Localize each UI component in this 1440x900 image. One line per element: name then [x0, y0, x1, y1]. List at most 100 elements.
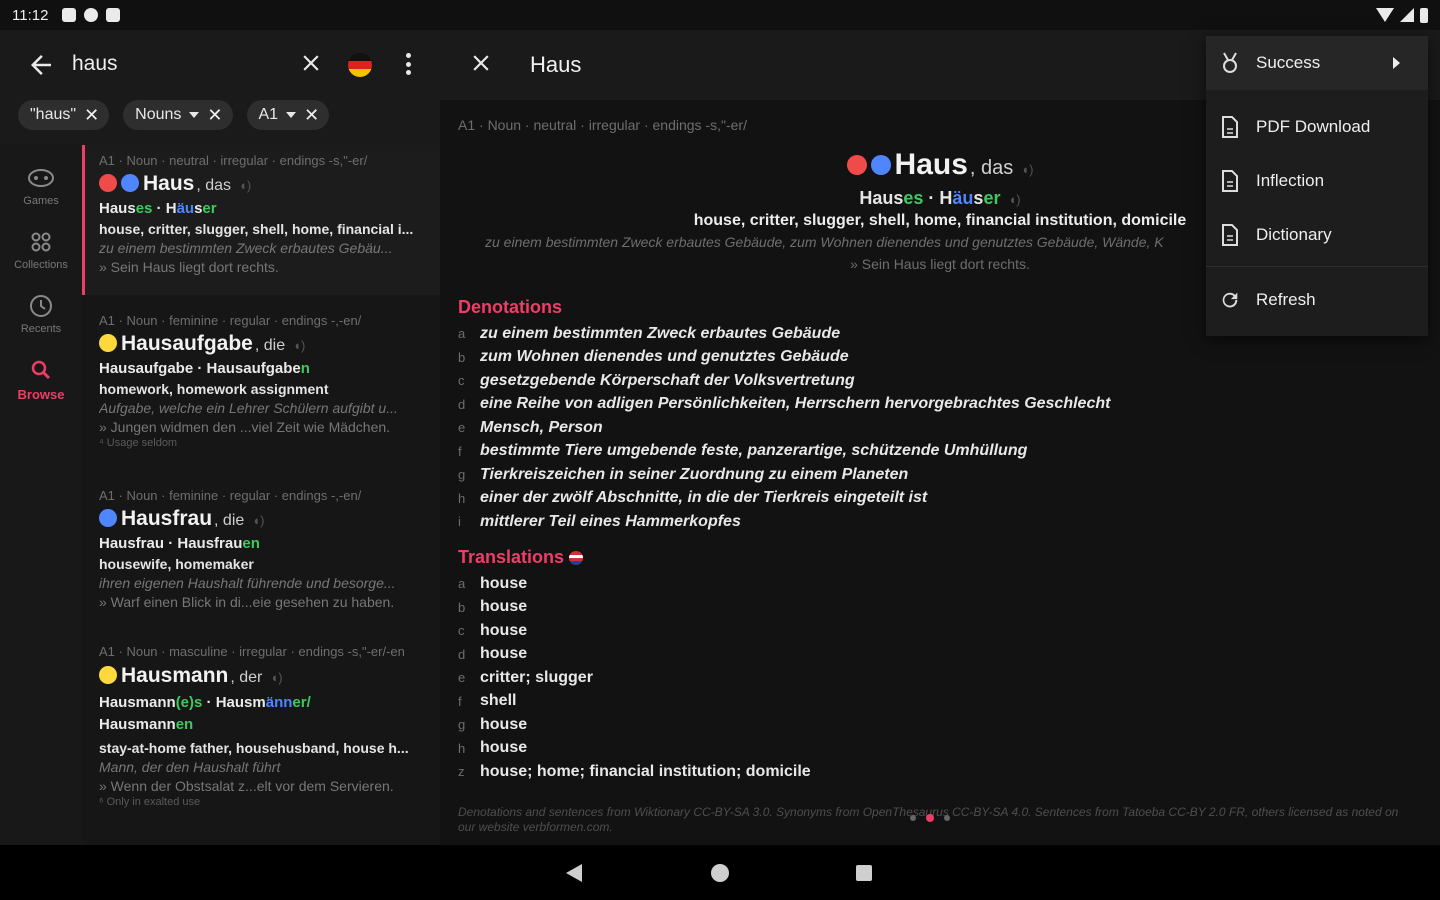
definition: Aufgabe, welche ein Lehrer Schülern aufg… [99, 400, 398, 416]
close-icon[interactable]: ✕ [84, 105, 99, 126]
close-icon[interactable]: ✕ [304, 105, 319, 126]
filter-chip-word-type[interactable]: Nouns ✕ [123, 100, 233, 130]
page-dot[interactable] [910, 815, 916, 821]
list-item: d house [458, 645, 528, 663]
more-vert-icon[interactable] [398, 50, 418, 78]
headword: Haus , das ◖) [99, 172, 430, 196]
word: Hausaufgabe [121, 332, 253, 355]
list-item: g house [458, 715, 528, 733]
list-item: e Mensch, Person [458, 418, 603, 436]
list-item: h einer der zwölf Abschnitte, in die der … [458, 489, 928, 507]
definition: Mann, der den Haushalt führt [99, 759, 281, 775]
speaker-icon[interactable]: ◖) [1008, 192, 1020, 207]
definition: ihren eigenen Haushalt führende und beso… [99, 575, 396, 591]
page-dot-active[interactable] [926, 814, 934, 822]
nav-label: Browse [17, 387, 65, 402]
speaker-icon[interactable]: ◖) [1021, 162, 1033, 177]
list-item: c gesetzgebende Körperschaft der Volksver… [458, 371, 855, 389]
word-meta: A1 · Noun · feminine · regular · endings… [99, 488, 362, 503]
battery-icon [1420, 7, 1428, 23]
translations-list: a house b house c house d house e critter; sl… [458, 572, 811, 784]
list-item: g Tierkreiszeichen in seiner Zuordnung zu… [458, 465, 909, 483]
speaker-icon[interactable]: ◖) [252, 513, 264, 528]
word: Haus [143, 172, 195, 195]
games-icon [26, 163, 56, 193]
menu-item-refresh[interactable]: Refresh [1206, 273, 1428, 327]
system-home-icon[interactable] [711, 864, 729, 882]
list-item: a house [458, 574, 528, 592]
translation: homework, homework assignment [99, 381, 329, 397]
headword: Hausfrau , die ◖) [99, 507, 430, 531]
word: Hausmann [121, 664, 229, 687]
menu-item-inflection[interactable]: Inflection [1206, 154, 1428, 208]
chip-label: Nouns [135, 106, 182, 123]
chip-label: A1 [258, 106, 279, 123]
search-icon [26, 355, 56, 385]
menu-item-dictionary[interactable]: Dictionary [1206, 208, 1428, 262]
list-item: e critter; slugger [458, 668, 593, 686]
list-item: f shell [458, 692, 517, 710]
nav-item-games[interactable]: Games [0, 163, 82, 207]
list-item[interactable]: A1 · Noun · neutral · irregular · ending… [82, 145, 440, 295]
menu-item-pdf-download[interactable]: PDF Download [1206, 100, 1428, 154]
status-bar: 11:12 [0, 0, 1440, 30]
gender-dot-icon [99, 666, 117, 684]
navigation-rail: Games Collections Recents Browse [0, 145, 82, 845]
list-item: i mittlerer Teil eines Hammerkopfes [458, 512, 741, 530]
clear-icon[interactable] [298, 50, 324, 76]
example-sentence: » Wenn der Obstsalat z...elt vor dem Ser… [99, 778, 394, 794]
search-input[interactable]: haus [72, 52, 118, 76]
translation: housewife, homemaker [99, 556, 254, 572]
gender-dot-icon [99, 174, 117, 192]
filter-chip-query[interactable]: "haus" ✕ [18, 100, 110, 130]
nav-label: Collections [14, 259, 68, 271]
filter-chips: "haus" ✕ Nouns ✕ A1 ✕ [18, 100, 330, 130]
page-dot[interactable] [944, 815, 950, 821]
list-item[interactable]: A1 · Noun · masculine · irregular · endi… [82, 635, 440, 845]
word-forms: Hausfrau · Hausfrauen [99, 535, 260, 552]
document-icon [1218, 168, 1242, 194]
list-item[interactable]: A1 · Noun · feminine · regular · endings… [82, 480, 440, 630]
speaker-icon[interactable]: ◖) [293, 338, 305, 353]
list-item: b house [458, 598, 528, 616]
list-item: d eine Reihe von adligen Persönlichkeiten… [458, 395, 1111, 413]
menu-label: Refresh [1256, 290, 1316, 309]
notification-icon [62, 8, 77, 22]
german-flag-icon[interactable] [348, 53, 372, 77]
usage-note: ⁴ Usage seldom [99, 437, 178, 449]
dropdown-caret-icon [189, 112, 200, 118]
nav-item-recents[interactable]: Recents [0, 291, 82, 335]
translation: stay-at-home father, househusband, house… [99, 740, 409, 756]
speaker-icon[interactable]: ◖) [270, 670, 282, 685]
list-item[interactable]: A1 · Noun · feminine · regular · endings… [82, 305, 440, 470]
close-icon[interactable]: ✕ [207, 105, 222, 126]
close-icon[interactable] [468, 50, 494, 76]
menu-item-success[interactable]: Success [1206, 36, 1428, 90]
menu-divider [1206, 266, 1428, 267]
menu-label: Success [1256, 53, 1321, 72]
gender-dot-icon [99, 509, 117, 527]
system-back-icon[interactable] [566, 864, 582, 882]
speaker-icon[interactable]: ◖) [239, 178, 251, 193]
back-arrow-icon[interactable] [26, 50, 56, 80]
word-forms: Hausaufgabe · Hausaufgaben [99, 360, 310, 377]
gender-dot-icon [121, 174, 139, 192]
dropdown-caret-icon [286, 112, 297, 118]
document-icon [1218, 222, 1242, 248]
section-title-translations: Translations [458, 547, 584, 568]
nav-item-browse[interactable]: Browse [0, 355, 82, 402]
word-meta: A1 · Noun · neutral · irregular · ending… [99, 153, 368, 168]
definition: zu einem bestimmten Zweck erbautes Gebäu… [485, 234, 1164, 250]
example-sentence: » Warf einen Blick in di...eie gesehen z… [99, 594, 395, 610]
filter-chip-level[interactable]: A1 ✕ [246, 100, 330, 130]
english-flag-icon [569, 551, 584, 566]
word-forms: Hauses · Häuser [99, 200, 217, 217]
nav-item-collections[interactable]: Collections [0, 227, 82, 271]
definition: zu einem bestimmten Zweck erbautes Gebäu… [99, 240, 393, 256]
list-item: f bestimmte Tiere umgebende feste, panzer… [458, 442, 1028, 460]
list-item: z house; home; financial institution; dom… [458, 762, 811, 780]
recents-icon [26, 291, 56, 321]
word: Haus [894, 148, 968, 181]
wifi-icon [1376, 8, 1394, 22]
system-recents-icon[interactable] [856, 865, 872, 881]
